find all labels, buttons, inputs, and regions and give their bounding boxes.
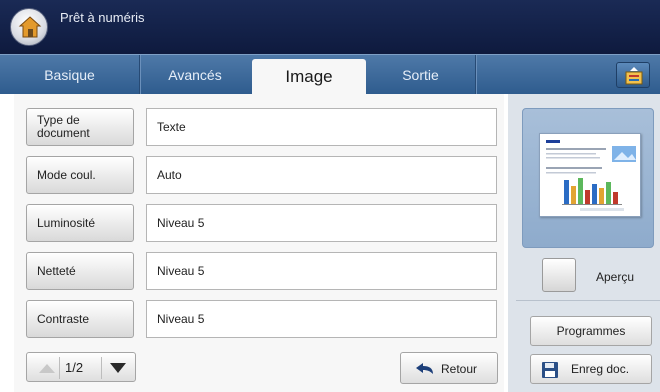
- color-mode-button[interactable]: Mode coul.: [26, 156, 134, 194]
- preview-thumbnail: [539, 133, 641, 217]
- save-doc-button[interactable]: Enreg doc.: [530, 354, 652, 384]
- arrow-up-icon[interactable]: [37, 361, 57, 375]
- preview-checkbox[interactable]: [542, 258, 576, 292]
- arrow-down-icon[interactable]: [109, 362, 127, 374]
- programs-button[interactable]: Programmes: [530, 316, 652, 346]
- preview-label: Aperçu: [596, 270, 635, 284]
- document-thumbnail-image: [546, 140, 636, 211]
- home-button[interactable]: [10, 8, 48, 46]
- sharpness-button[interactable]: Netteté: [26, 252, 134, 290]
- back-button[interactable]: Retour: [400, 352, 498, 384]
- page-navigator: 1/2: [26, 352, 136, 382]
- sharpness-value: Niveau 5: [146, 252, 497, 290]
- brightness-value: Niveau 5: [146, 204, 497, 242]
- preview-area: [522, 108, 654, 248]
- job-status-icon: [625, 67, 643, 85]
- right-panel: Aperçu Programmes Enreg doc.: [508, 94, 660, 392]
- title-bar: Prêt à numéris: [0, 0, 660, 54]
- document-type-button[interactable]: Type de document: [26, 108, 134, 146]
- pager-divider: [101, 357, 102, 379]
- contrast-button[interactable]: Contraste: [26, 300, 134, 338]
- tab-sortie[interactable]: Sortie: [366, 55, 476, 95]
- brightness-button[interactable]: Luminosité: [26, 204, 134, 242]
- contrast-value: Niveau 5: [146, 300, 497, 338]
- pager-divider: [59, 357, 60, 379]
- document-type-value: Texte: [146, 108, 497, 146]
- color-mode-value: Auto: [146, 156, 497, 194]
- return-arrow-icon: [416, 363, 433, 374]
- panel-divider: [516, 300, 660, 301]
- job-status-button[interactable]: [616, 62, 650, 88]
- tab-image[interactable]: Image: [252, 59, 366, 95]
- floppy-disk-icon: [542, 362, 558, 378]
- window-title: Prêt à numéris: [60, 10, 145, 25]
- tab-bar: Basique Avancés Image Sortie: [0, 54, 660, 95]
- page-number: 1/2: [65, 360, 84, 375]
- tab-basique[interactable]: Basique: [0, 55, 140, 95]
- tab-avances[interactable]: Avancés: [140, 55, 250, 95]
- home-icon: [18, 16, 42, 38]
- settings-panel: Type de document Texte Mode coul. Auto L…: [14, 94, 504, 392]
